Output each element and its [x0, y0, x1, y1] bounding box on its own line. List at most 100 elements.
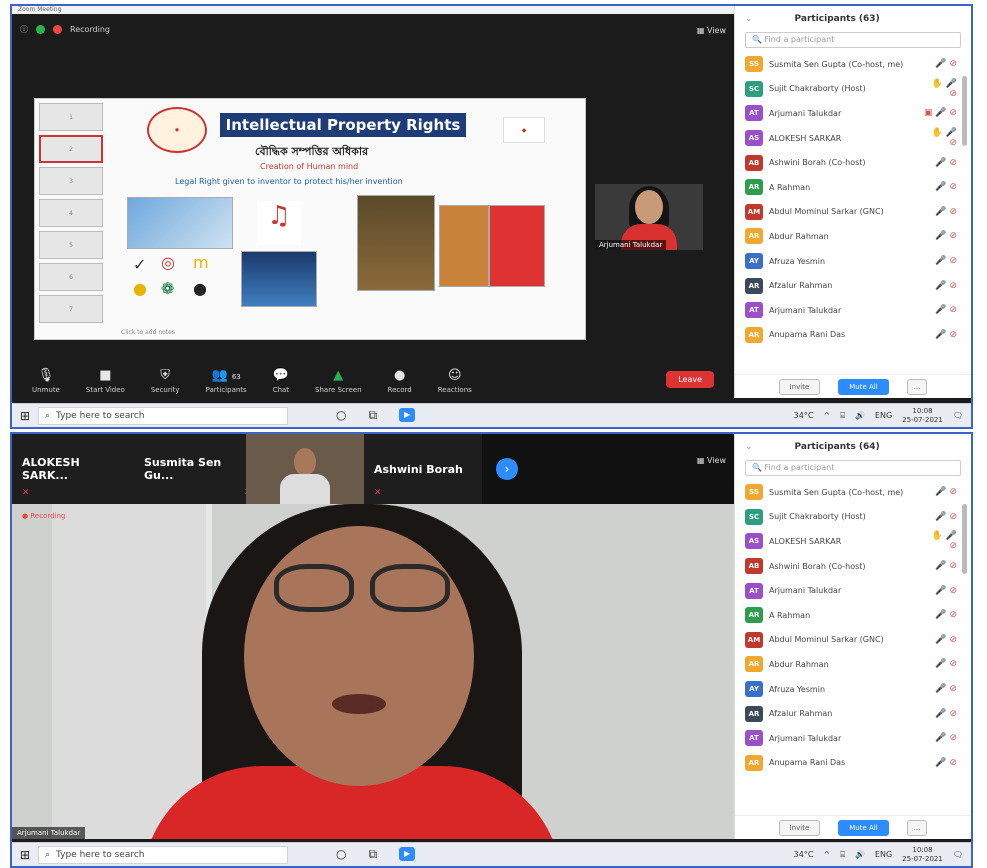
language-indicator[interactable]: ENG	[875, 850, 892, 859]
reactions-button[interactable]: ☺ Reactions	[438, 368, 472, 394]
share-screen-button[interactable]: ▲ Share Screen	[315, 368, 362, 394]
participant-row[interactable]: AB Ashwini Borah (Co-host) 🎤 ⊘	[745, 554, 957, 579]
volume-icon[interactable]: 🔊	[855, 411, 865, 420]
slide-thumbnail[interactable]: 1	[39, 103, 103, 131]
participant-list-scrollbar[interactable]	[962, 504, 967, 574]
participants-button[interactable]: 👥 63 Participants	[206, 368, 247, 394]
slide-thumbnail[interactable]: 4	[39, 199, 103, 227]
security-button[interactable]: ⛨ Security	[151, 368, 180, 394]
mic-video-status-icon[interactable]: ✋ 🎤 ⊘	[923, 128, 957, 148]
task-view-icon[interactable]: ⧉	[368, 408, 377, 423]
participant-row[interactable]: AS ALOKESH SARKAR ✋ 🎤 ⊘	[745, 529, 957, 554]
mic-video-status-icon[interactable]: 🎤 ⊘	[923, 305, 957, 315]
more-button[interactable]: ...	[906, 819, 928, 836]
mic-video-status-icon[interactable]: 🎤 ⊘	[923, 59, 957, 69]
next-page-icon[interactable]: ›	[496, 458, 518, 480]
mic-video-status-icon[interactable]: 🎤 ⊘	[923, 659, 957, 669]
invite-button[interactable]: Invite	[778, 819, 821, 836]
participant-row[interactable]: AT Arjumani Talukdar 🎤 ⊘	[745, 298, 957, 323]
taskbar-clock[interactable]: 10:08 25-07-2021	[902, 846, 943, 864]
zoom-app-icon[interactable]: ▶	[399, 847, 416, 861]
record-button[interactable]: ● Record	[388, 368, 412, 394]
mic-video-status-icon[interactable]: ✋ 🎤 ⊘	[923, 79, 957, 99]
mute-all-button[interactable]: Mute All	[838, 378, 889, 395]
taskbar-clock[interactable]: 10:08 25-07-2021	[902, 407, 943, 425]
taskbar-search-input[interactable]: ⌕ Type here to search	[38, 406, 288, 425]
video-tile[interactable]: ALOKESH SARK... ✕	[12, 434, 124, 504]
participant-row[interactable]: AR Abdur Rahman 🎤 ⊘	[745, 224, 957, 249]
participant-row[interactable]: AR A Rahman 🎤 ⊘	[745, 175, 957, 200]
participant-row[interactable]: AT Arjumani Talukdar 🎤 ⊘	[745, 578, 957, 603]
windows-start-icon[interactable]: ⊞	[12, 409, 38, 423]
participant-search-input[interactable]: 🔍 Find a participant	[745, 460, 961, 476]
participant-row[interactable]: AY Afruza Yesmin 🎤 ⊘	[745, 677, 957, 702]
participant-row[interactable]: AR Abdur Rahman 🎤 ⊘	[745, 652, 957, 677]
mic-video-status-icon[interactable]: 🎤 ⊘	[923, 733, 957, 743]
tray-chevron-icon[interactable]: ^	[823, 411, 830, 420]
participant-row[interactable]: AT Arjumani Talukdar 🎤 ⊘	[745, 726, 957, 751]
chat-button[interactable]: 💬 Chat	[273, 368, 289, 394]
notification-icon[interactable]: 🗨	[953, 850, 963, 859]
start-video-button[interactable]: ■ Start Video	[86, 368, 125, 394]
task-view-icon[interactable]: ⧉	[368, 847, 377, 862]
taskbar-search-input[interactable]: ⌕ Type here to search	[38, 845, 288, 864]
network-icon[interactable]: ⌸	[840, 850, 845, 860]
unmute-button[interactable]: 🎙 Unmute	[32, 368, 60, 394]
mic-video-status-icon[interactable]: 🎤 ⊘	[923, 231, 957, 241]
network-icon[interactable]: ⌸	[840, 411, 845, 421]
mic-video-status-icon[interactable]: 🎤 ⊘	[923, 256, 957, 266]
more-button[interactable]: ...	[906, 378, 928, 395]
mic-video-status-icon[interactable]: 🎤 ⊘	[923, 182, 957, 192]
participant-row[interactable]: AM Abdul Mominul Sarkar (GNC) 🎤 ⊘	[745, 200, 957, 225]
slide-thumbnail[interactable]: 6	[39, 263, 103, 291]
video-tile[interactable]: Ashwini Borah ✕	[364, 434, 482, 504]
mic-video-status-icon[interactable]: 🎤 ⊘	[923, 610, 957, 620]
view-button[interactable]: ▦ View	[697, 26, 726, 35]
weather-temperature[interactable]: 34°C	[794, 850, 814, 859]
video-tile[interactable]: Susmita Sen Gu...✕	[124, 434, 252, 504]
self-video[interactable]: Arjumani Talukdar	[595, 184, 703, 250]
mic-video-status-icon[interactable]: 🎤 ⊘	[923, 207, 957, 217]
participant-row[interactable]: SC Sujit Chakraborty (Host) ✋ 🎤 ⊘	[745, 77, 957, 102]
chevron-down-icon[interactable]: ⌄	[745, 14, 753, 24]
participant-row[interactable]: AY Afruza Yesmin 🎤 ⊘	[745, 249, 957, 274]
participant-row[interactable]: AR Anupama Rani Das 🎤 ⊘	[745, 323, 957, 348]
mic-video-status-icon[interactable]: 🎤 ⊘	[923, 561, 957, 571]
language-indicator[interactable]: ENG	[875, 411, 892, 420]
mic-video-status-icon[interactable]: 🎤 ⊘	[923, 586, 957, 596]
weather-temperature[interactable]: 34°C	[794, 411, 814, 420]
tray-chevron-icon[interactable]: ^	[823, 850, 830, 859]
participant-row[interactable]: AB Ashwini Borah (Co-host) 🎤 ⊘	[745, 150, 957, 175]
cortana-icon[interactable]: ○	[336, 408, 346, 423]
info-icon[interactable]: ⓘ	[20, 24, 28, 35]
mic-video-status-icon[interactable]: 🎤 ⊘	[923, 512, 957, 522]
participant-row[interactable]: AR Afzalur Rahman 🎤 ⊘	[745, 273, 957, 298]
video-tile-camera[interactable]	[246, 434, 364, 504]
volume-icon[interactable]: 🔊	[855, 850, 865, 859]
mic-video-status-icon[interactable]: 🎤 ⊘	[923, 487, 957, 497]
participant-list-scrollbar[interactable]	[962, 76, 967, 146]
slide-thumbnail[interactable]: 3	[39, 167, 103, 195]
mic-video-status-icon[interactable]: 🎤 ⊘	[923, 684, 957, 694]
notification-icon[interactable]: 🗨	[953, 411, 963, 420]
encryption-shield-icon[interactable]	[36, 25, 45, 34]
participant-row[interactable]: AT Arjumani Talukdar ▣ 🎤 ⊘	[745, 101, 957, 126]
mic-video-status-icon[interactable]: 🎤 ⊘	[923, 281, 957, 291]
participant-row[interactable]: SS Susmita Sen Gupta (Co-host, me) 🎤 ⊘	[745, 52, 957, 77]
mic-video-status-icon[interactable]: 🎤 ⊘	[923, 330, 957, 340]
windows-start-icon[interactable]: ⊞	[12, 848, 38, 862]
mic-video-status-icon[interactable]: 🎤 ⊘	[923, 635, 957, 645]
participant-row[interactable]: AR A Rahman 🎤 ⊘	[745, 603, 957, 628]
participant-row[interactable]: AR Afzalur Rahman 🎤 ⊘	[745, 701, 957, 726]
cortana-icon[interactable]: ○	[336, 847, 346, 862]
slide-thumbnail-selected[interactable]: 2	[39, 135, 103, 163]
slide-thumbnail[interactable]: 5	[39, 231, 103, 259]
participant-row[interactable]: AM Abdul Mominul Sarkar (GNC) 🎤 ⊘	[745, 628, 957, 653]
mic-video-status-icon[interactable]: ✋ 🎤 ⊘	[923, 531, 957, 551]
participant-row[interactable]: SC Sujit Chakraborty (Host) 🎤 ⊘	[745, 505, 957, 530]
chevron-down-icon[interactable]: ⌄	[745, 442, 753, 452]
zoom-app-icon[interactable]: ▶	[399, 408, 416, 422]
mic-video-status-icon[interactable]: ▣ 🎤 ⊘	[923, 108, 957, 118]
participant-row[interactable]: SS Susmita Sen Gupta (Co-host, me) 🎤 ⊘	[745, 480, 957, 505]
participant-row[interactable]: AR Anupama Rani Das 🎤 ⊘	[745, 751, 957, 776]
